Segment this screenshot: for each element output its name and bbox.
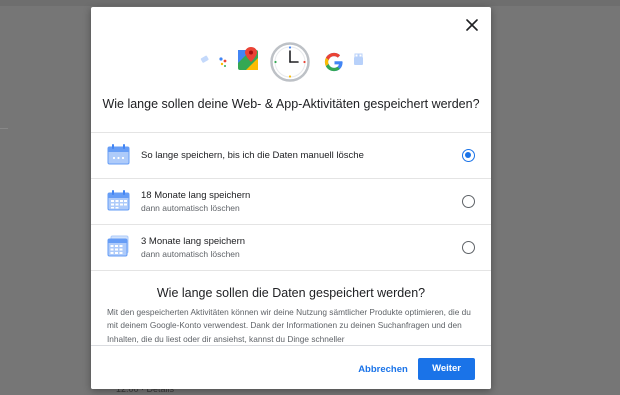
option-18-months[interactable]: 18 Monate lang speichern dann automatisc… bbox=[91, 179, 491, 224]
close-button[interactable] bbox=[463, 16, 481, 34]
close-icon bbox=[466, 19, 478, 31]
dialog-footer: Abbrechen Weiter bbox=[91, 345, 491, 389]
assistant-icon bbox=[219, 57, 227, 67]
option-label: So lange speichern, bis ich die Daten ma… bbox=[141, 150, 364, 161]
option-keep-until-deleted[interactable]: So lange speichern, bis ich die Daten ma… bbox=[91, 133, 491, 178]
info-title: Wie lange sollen die Daten gespeichert w… bbox=[156, 286, 426, 300]
tag-icon bbox=[200, 55, 209, 63]
radio-keep-until-deleted[interactable] bbox=[462, 149, 475, 162]
radio-18-months[interactable] bbox=[462, 195, 475, 208]
shopping-icon bbox=[354, 53, 363, 65]
dialog-title: Wie lange sollen deine Web- & App-Aktivi… bbox=[102, 97, 480, 111]
retention-dialog: Wie lange sollen deine Web- & App-Aktivi… bbox=[91, 7, 491, 389]
google-logo-icon bbox=[324, 52, 343, 72]
cancel-button[interactable]: Abbrechen bbox=[355, 359, 411, 381]
clock-icon bbox=[270, 42, 310, 82]
option-sublabel: dann automatisch löschen bbox=[141, 203, 240, 213]
background-divider bbox=[0, 128, 8, 129]
radio-3-months[interactable] bbox=[462, 241, 475, 254]
info-text: Mit den gespeicherten Aktivitäten können… bbox=[107, 307, 471, 344]
divider bbox=[91, 270, 491, 271]
calendar-18-months-icon bbox=[107, 190, 130, 211]
next-button[interactable]: Weiter bbox=[418, 358, 475, 380]
option-label: 3 Monate lang speichern bbox=[141, 236, 246, 247]
option-label: 18 Monate lang speichern bbox=[141, 190, 251, 201]
maps-icon bbox=[238, 47, 258, 70]
hero-illustration bbox=[91, 35, 491, 95]
background-top-strip bbox=[0, 0, 620, 6]
option-3-months[interactable]: 3 Monate lang speichern dann automatisch… bbox=[91, 225, 491, 270]
calendar-3-months-icon bbox=[107, 235, 129, 257]
option-sublabel: dann automatisch löschen bbox=[141, 249, 240, 259]
calendar-infinite-icon bbox=[107, 144, 130, 165]
